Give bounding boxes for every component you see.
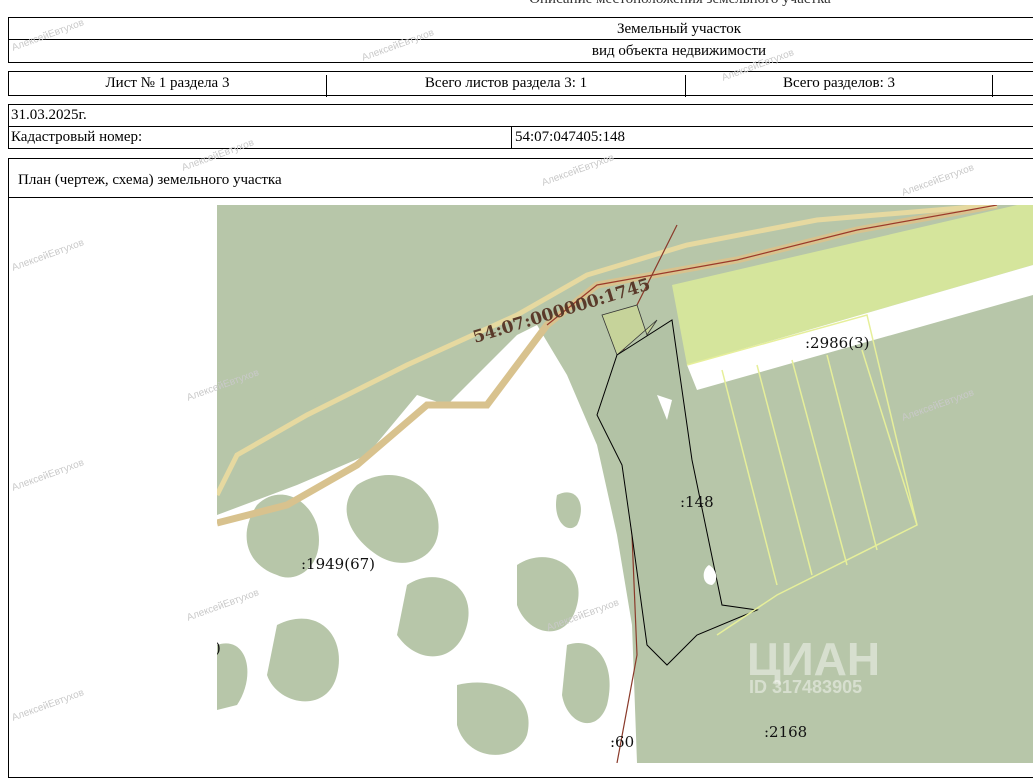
cadastral-label: Кадастровый номер: [11, 129, 143, 145]
label-2168: :2168 [764, 723, 807, 741]
total-sheets: Всего листов раздела 3: 1 [327, 75, 686, 97]
sheet-info-row: Лист № 1 раздела 3 Всего листов раздела … [8, 71, 1033, 97]
record-date: 31.03.2025г. [11, 107, 87, 123]
object-type: Земельный участок [616, 21, 742, 37]
plan-map: 54:07:000000:1745 :2986(3) :148 :1949(67… [217, 205, 1033, 763]
object-type-caption: вид объекта недвижимости [591, 43, 767, 59]
cian-id: ID 317483905 [749, 677, 862, 697]
total-sections: Всего разделов: 3 [686, 75, 993, 97]
label-1949: :1949(67) [301, 555, 375, 573]
object-type-box: Земельный участок вид объекта недвижимос… [8, 17, 1033, 63]
label-60: :60 [610, 733, 634, 751]
label-148: :148 [680, 493, 714, 511]
label-partial: ) [217, 639, 221, 657]
top-caption: Описание местоположения земельного участ… [380, 0, 980, 8]
cadastral-number: 54:07:047405:148 [515, 129, 626, 145]
plan-title: План (чертеж, схема) земельного участка [18, 172, 282, 188]
label-2986: :2986(3) [805, 334, 869, 352]
sheet-number: Лист № 1 раздела 3 [9, 75, 327, 97]
record-box: 31.03.2025г. Кадастровый номер: 54:07:04… [8, 104, 1033, 149]
